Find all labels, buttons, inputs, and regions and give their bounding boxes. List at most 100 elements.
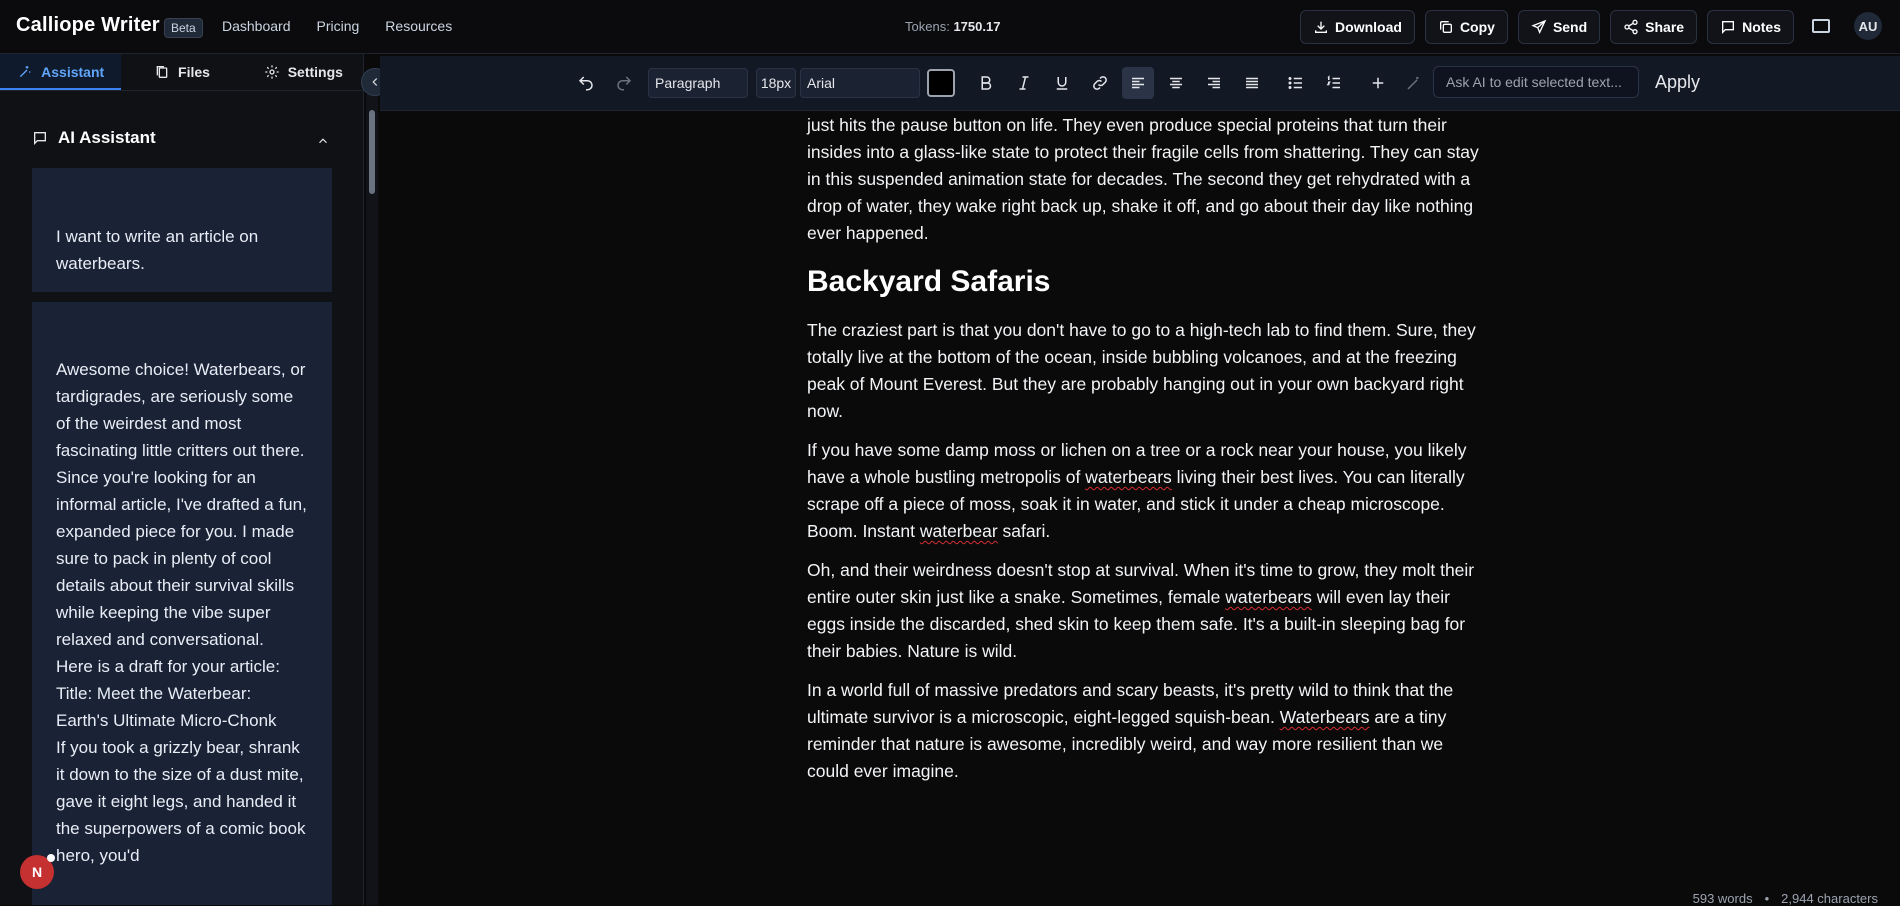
- send-icon: [1531, 19, 1547, 34]
- status-bar: 593 words • 2,944 characters: [1693, 891, 1878, 906]
- chevron-up-icon: [319, 138, 327, 144]
- spellcheck-word: waterbears: [1225, 587, 1312, 607]
- assistant-message: Awesome choice! Waterbears, or tardigrad…: [32, 302, 332, 905]
- bold-icon: [981, 76, 992, 90]
- underline-icon: [1056, 77, 1068, 90]
- tokens-value: 1750.17: [953, 19, 1001, 34]
- ai-assistant-title: AI Assistant: [58, 128, 156, 147]
- italic-button[interactable]: [1008, 67, 1040, 99]
- doc-paragraph: The craziest part is that you don't have…: [807, 320, 1476, 421]
- main-nav: Dashboard Pricing Resources: [222, 18, 452, 34]
- tokens-label: Tokens:: [905, 19, 950, 34]
- link-icon: [1093, 76, 1107, 90]
- header-actions: Download Copy Send Share Notes: [1300, 10, 1794, 44]
- ai-wand-button[interactable]: [1400, 67, 1428, 99]
- align-center-button[interactable]: [1160, 67, 1192, 99]
- chat-icon: [34, 132, 46, 145]
- bold-button[interactable]: [970, 67, 1002, 99]
- download-label: Download: [1335, 19, 1402, 35]
- nav-dashboard[interactable]: Dashboard: [222, 18, 291, 34]
- notes-label: Notes: [1742, 19, 1781, 35]
- scrollbar-thumb[interactable]: [369, 110, 375, 194]
- send-label: Send: [1552, 19, 1588, 35]
- editor-toolbar: Paragraph 18px Arial Ask AI to edit sele…: [380, 56, 1900, 111]
- underline-button[interactable]: [1046, 67, 1078, 99]
- assistant-message-line: Title: Meet the Waterbear: Earth's Ultim…: [56, 684, 277, 730]
- text-color-button[interactable]: [925, 67, 957, 99]
- sparkle-icon: [20, 66, 31, 78]
- avatar[interactable]: AU: [1854, 12, 1882, 40]
- font-family-select[interactable]: Arial: [800, 68, 920, 98]
- document-body[interactable]: It pulls in its legs, shuts down its met…: [807, 88, 1482, 797]
- ai-assistant-heading[interactable]: AI Assistant: [32, 128, 156, 148]
- tab-files-label: Files: [178, 64, 210, 80]
- doc-paragraph: Oh, and their weirdness doesn't stop at …: [807, 557, 1482, 665]
- download-icon: [1315, 21, 1328, 33]
- redo-button[interactable]: [608, 67, 640, 99]
- copy-button[interactable]: Copy: [1424, 10, 1508, 44]
- tab-files[interactable]: Files: [121, 54, 242, 90]
- nav-pricing[interactable]: Pricing: [317, 18, 360, 34]
- word-count: 593 words: [1692, 891, 1753, 906]
- doc-paragraph: In a world full of massive predators and…: [807, 677, 1482, 785]
- spellcheck-word: waterbears: [1085, 467, 1172, 487]
- share-label: Share: [1645, 19, 1685, 35]
- status-separator: •: [1764, 891, 1770, 906]
- doc-heading: Backyard Safaris: [807, 265, 1051, 298]
- header-right: AU: [1812, 12, 1882, 40]
- tab-assistant[interactable]: Assistant: [0, 54, 122, 90]
- doc-paragraph: If you have some damp moss or lichen on …: [807, 437, 1482, 545]
- italic-icon: [1019, 76, 1029, 90]
- plus-icon: [1372, 77, 1384, 89]
- align-center-icon: [1170, 77, 1182, 89]
- align-left-button[interactable]: [1122, 67, 1154, 99]
- share-icon: [1624, 19, 1638, 35]
- align-justify-button[interactable]: [1236, 67, 1268, 99]
- beta-badge: Beta: [164, 18, 203, 38]
- bullet-list-button[interactable]: [1280, 67, 1312, 99]
- spellcheck-word: Waterbears: [1279, 707, 1370, 727]
- gear-icon: [265, 65, 279, 79]
- link-button[interactable]: [1084, 67, 1116, 99]
- app-title: Calliope Writer: [16, 14, 160, 36]
- font-size-select[interactable]: 18px: [756, 68, 796, 98]
- share-button[interactable]: Share: [1610, 10, 1698, 44]
- bullet-list-icon: [1288, 77, 1302, 89]
- files-icon: [156, 66, 168, 78]
- align-right-button[interactable]: [1198, 67, 1230, 99]
- user-message-text: I want to write an article on waterbears…: [56, 227, 259, 273]
- copy-label: Copy: [1459, 19, 1495, 35]
- nav-resources[interactable]: Resources: [385, 18, 452, 34]
- redo-icon: [617, 76, 632, 91]
- monitor-icon[interactable]: [1812, 19, 1830, 33]
- tab-settings-label: Settings: [287, 64, 343, 80]
- numbered-list-icon: [1326, 75, 1340, 89]
- assistant-message-line: If you took a grizzly bear, shrank it do…: [56, 738, 306, 865]
- magic-wand-icon: [1407, 77, 1419, 90]
- left-sidebar: Assistant Files Settings AI Assistant I …: [0, 54, 364, 905]
- block-type-select[interactable]: Paragraph: [648, 68, 748, 98]
- apply-button[interactable]: Apply: [1655, 72, 1700, 93]
- sidebar-scrollbar[interactable]: [366, 94, 378, 905]
- undo-icon: [578, 76, 593, 91]
- character-count: 2,944 characters: [1781, 891, 1878, 906]
- assistant-message-line: Here is a draft for your article:: [56, 657, 280, 676]
- spellcheck-word: waterbear: [919, 521, 998, 541]
- numbered-list-button[interactable]: [1318, 67, 1350, 99]
- notes-button[interactable]: Notes: [1707, 10, 1794, 44]
- tab-settings[interactable]: Settings: [243, 54, 364, 90]
- align-right-icon: [1208, 77, 1220, 89]
- tab-assistant-label: Assistant: [41, 64, 105, 80]
- align-justify-icon: [1246, 77, 1258, 89]
- send-button[interactable]: Send: [1517, 10, 1601, 44]
- notes-icon: [1722, 21, 1735, 34]
- ask-ai-input[interactable]: Ask AI to edit selected text...: [1433, 66, 1639, 98]
- download-button[interactable]: Download: [1300, 10, 1415, 44]
- undo-button[interactable]: [570, 67, 602, 99]
- copy-icon: [1439, 21, 1452, 33]
- insert-button[interactable]: [1362, 67, 1394, 99]
- sidebar-tabs: Assistant Files Settings: [0, 54, 364, 91]
- collapse-section-button[interactable]: [316, 134, 330, 148]
- align-left-icon: [1132, 77, 1144, 89]
- color-swatch: [927, 69, 955, 97]
